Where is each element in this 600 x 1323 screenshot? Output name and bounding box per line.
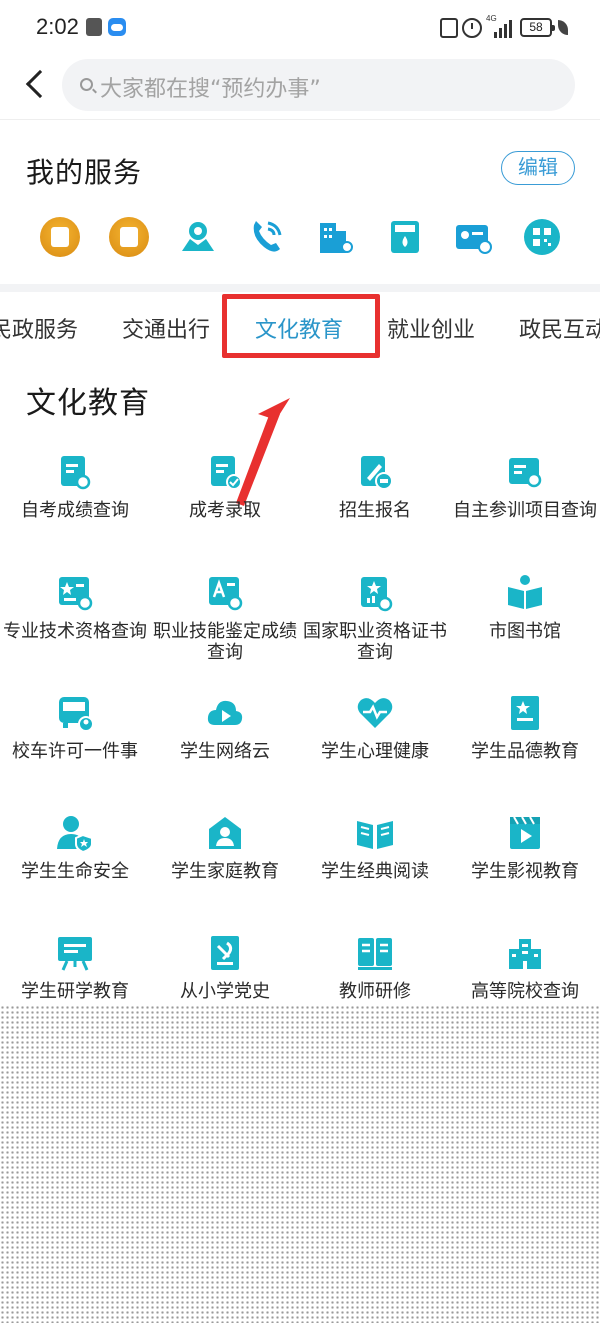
annotation-highlight-box — [222, 294, 380, 358]
signal-icon: 4G — [486, 14, 514, 38]
party-book-icon — [211, 936, 239, 970]
grid-item-label: 成考录取 — [189, 500, 261, 521]
grid-item-label: 学生经典阅读 — [321, 861, 429, 882]
my-services-title: 我的服务 — [26, 156, 143, 189]
grid-item-label: 学生研学教育 — [21, 981, 129, 1002]
book-star-icon — [511, 696, 539, 730]
grid-item-label: 专业技术资格查询 — [3, 621, 147, 642]
grid-item-label: 市图书馆 — [489, 621, 561, 642]
skill-score-icon — [209, 577, 243, 611]
battery-level: 58 — [529, 20, 543, 34]
document-check-icon — [211, 456, 242, 490]
grid-item-label: 教师研修 — [339, 981, 411, 1002]
book-open-icon — [508, 575, 542, 609]
document-search-icon — [61, 456, 91, 490]
books-icon — [358, 938, 392, 970]
section-divider — [0, 284, 600, 292]
network-type: 4G — [486, 14, 497, 23]
phone-icon[interactable] — [246, 217, 286, 257]
back-arrow-icon — [25, 69, 55, 99]
status-time: 2:02 — [36, 14, 79, 39]
edit-button[interactable]: 编辑 — [501, 151, 575, 185]
back-button[interactable] — [20, 64, 55, 104]
battery-icon: 58 — [520, 18, 555, 37]
search-input[interactable]: 大家都在搜“预约办事” — [62, 59, 575, 111]
tab-interaction[interactable]: 政民互动 — [519, 312, 600, 344]
tab-transport[interactable]: 交通出行 — [122, 312, 210, 344]
grid-item-label: 学生品德教育 — [471, 741, 579, 762]
grid-item-label: 学生影视教育 — [471, 861, 579, 882]
home-person-icon — [209, 817, 241, 849]
person-shield-icon — [57, 816, 93, 853]
enroll-pen-icon — [361, 456, 393, 490]
alarm-icon — [462, 18, 482, 38]
certificate-search-icon — [59, 577, 93, 611]
dotted-overlay — [0, 1005, 600, 1323]
book-read-icon — [357, 821, 393, 849]
grid-item-label: 学生网络云 — [180, 741, 270, 762]
grid-item-label: 自考成绩查询 — [21, 500, 129, 521]
film-play-icon — [510, 816, 540, 849]
grid-item-label: 招生报名 — [339, 500, 411, 521]
qr-code-icon[interactable] — [522, 217, 562, 257]
grid-item-label: 职业技能鉴定成绩查询 — [153, 621, 297, 663]
heart-pulse-icon — [357, 698, 393, 728]
nfc-icon — [440, 18, 458, 38]
grid-item-label: 高等院校查询 — [471, 981, 579, 1002]
culture-section-title: 文化教育 — [26, 386, 150, 421]
grid-item-label: 学生生命安全 — [21, 861, 129, 882]
easel-icon — [58, 937, 92, 971]
grid-item-label: 学生心理健康 — [321, 741, 429, 762]
search-icon — [80, 78, 93, 91]
house-yuan-icon[interactable] — [109, 217, 149, 257]
school-bus-icon — [59, 697, 94, 732]
badge-doc-icon — [361, 577, 393, 612]
tab-employment[interactable]: 就业创业 — [387, 312, 475, 344]
id-card-search-icon[interactable] — [454, 217, 494, 257]
building-search-icon[interactable] — [316, 217, 356, 257]
header: 大家都在搜“预约办事” — [0, 56, 600, 120]
cloud-play-icon — [207, 700, 243, 725]
grid-item-label: 自主参训项目查询 — [453, 500, 597, 521]
calendar-icon[interactable] — [40, 217, 80, 257]
eco-leaf-icon — [558, 20, 568, 35]
grid-item-label: 校车许可一件事 — [12, 741, 138, 762]
training-search-icon — [509, 458, 542, 488]
search-placeholder: 大家都在搜“预约办事” — [100, 77, 321, 102]
grid-item-label: 学生家庭教育 — [171, 861, 279, 882]
university-building-icon — [509, 939, 541, 969]
grid-item-label: 国家职业资格证书查询 — [303, 621, 447, 663]
status-bar: 2:02 4G 58 — [0, 0, 600, 56]
grid-item-label: 从小学党史 — [180, 981, 270, 1002]
cloud-app-icon — [108, 18, 126, 36]
notification-app-icon — [86, 18, 102, 36]
tab-civil-affairs[interactable]: 民政服务 — [0, 312, 78, 344]
map-pin-icon[interactable] — [178, 217, 218, 257]
my-services-section: 我的服务 编辑 — [0, 121, 600, 286]
water-meter-icon[interactable] — [385, 217, 425, 257]
